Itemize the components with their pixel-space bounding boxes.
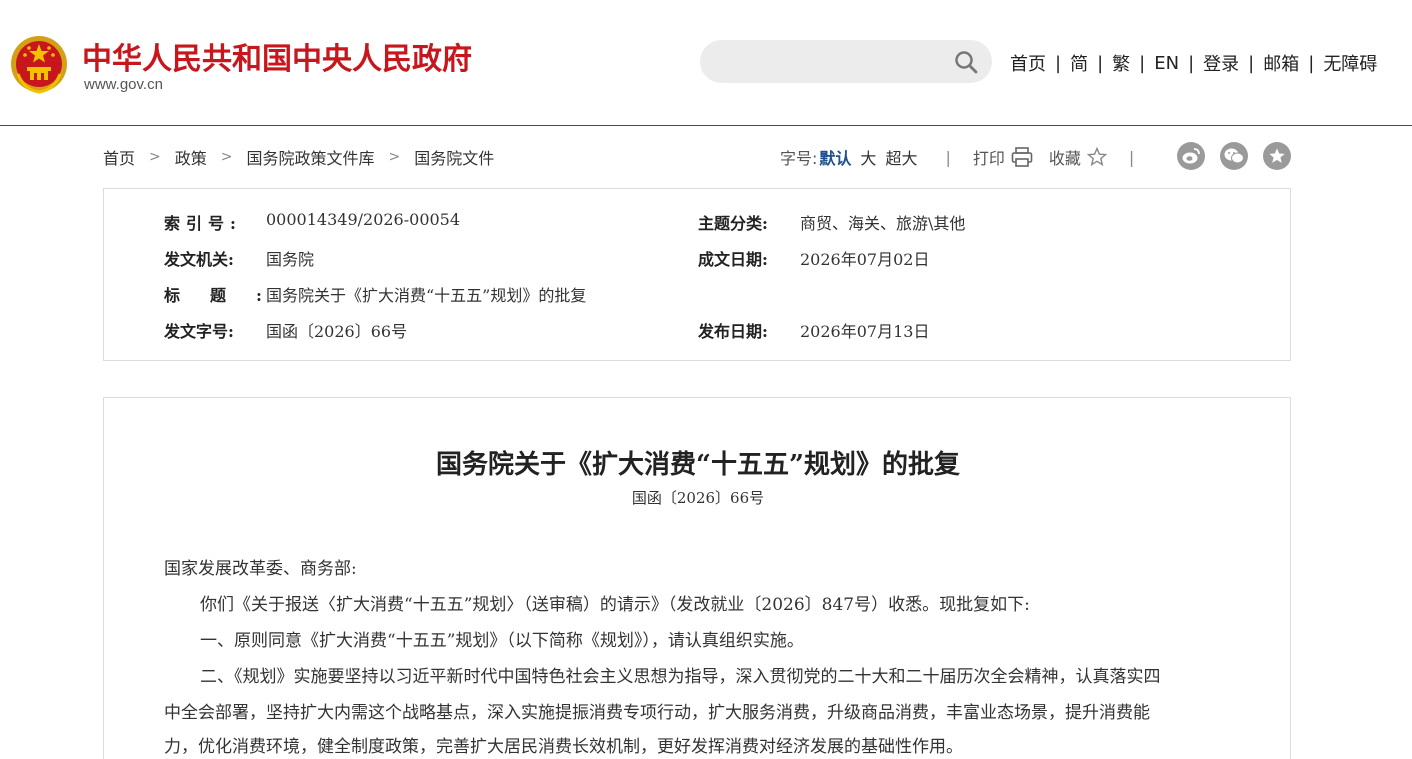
document-paragraph-2: 一、原则同意《扩大消费“十五五”规划》（以下简称《规划》），请认真组织实施。 (200, 631, 804, 651)
info-written-date-value: 2026年07月02日 (800, 250, 930, 269)
nav-accessibility[interactable]: 无障碍 (1323, 50, 1377, 76)
document-info-box: 索引号: 000014349/2026-00054 主题分类: 商贸、海关、旅游… (103, 188, 1291, 361)
tools-separator: | (945, 147, 951, 167)
font-size-default[interactable]: 默认 (819, 145, 851, 169)
favorite-button[interactable]: 收藏 (1049, 145, 1107, 169)
info-publish-date: 发布日期: 2026年07月13日 (698, 318, 929, 342)
info-issuer-label: 发文机关: (164, 250, 234, 269)
document-title: 国务院关于《扩大消费“十五五”规划》的批复 (436, 450, 960, 480)
info-written-date: 成文日期: 2026年07月02日 (698, 246, 929, 270)
info-title-label: 标题: (164, 286, 292, 305)
nav-separator: | (1139, 52, 1146, 74)
share-favorite-button[interactable] (1263, 142, 1291, 170)
info-index-value: 000014349/2026-00054 (266, 210, 461, 229)
wechat-icon (1224, 148, 1244, 164)
document-paragraph-3-line-3: 力，优化消费环境，健全制度政策，完善扩大居民消费长效机制，更好发挥消费对经济发展… (164, 737, 963, 757)
document-addressee: 国家发展改革委、商务部: (164, 559, 357, 579)
favorite-label: 收藏 (1048, 149, 1081, 168)
print-label: 打印 (972, 149, 1005, 168)
font-size-xlarge[interactable]: 超大 (885, 145, 917, 169)
chevron-right-icon: > (149, 149, 161, 165)
info-doc-no-value: 国函〔2026〕66号 (266, 322, 408, 341)
nav-english[interactable]: EN (1154, 53, 1179, 74)
national-emblem-icon[interactable] (10, 34, 68, 94)
article-tools: 字号: 默认 大 超大 | 打印 收藏 | (780, 146, 1134, 168)
info-publish-date-label: 发布日期: (698, 322, 768, 341)
chevron-right-icon: > (388, 149, 401, 165)
info-issuer-value: 国务院 (266, 250, 315, 269)
info-title-value: 国务院关于《扩大消费“十五五”规划》的批复 (266, 286, 587, 305)
star-icon (1086, 147, 1107, 167)
site-title[interactable]: 中华人民共和国中央人民政府 (82, 34, 472, 78)
info-topic-value: 商贸、海关、旅游\其他 (800, 214, 966, 233)
info-doc-no-label: 发文字号: (164, 322, 234, 341)
info-publish-date-value: 2026年07月13日 (800, 322, 930, 341)
nav-separator: | (1308, 52, 1315, 74)
info-title: 标题: 国务院关于《扩大消费“十五五”规划》的批复 (164, 282, 586, 306)
info-topic: 主题分类: 商贸、海关、旅游\其他 (698, 210, 965, 234)
share-weibo-button[interactable] (1177, 142, 1205, 170)
nav-separator: | (1097, 52, 1104, 74)
search-box (700, 40, 992, 83)
document-paragraph-3-line-1: 二、《规划》实施要坚持以习近平新时代中国特色社会主义思想为指导，深入贯彻党的二十… (200, 667, 1161, 687)
nav-simplified[interactable]: 简 (1070, 50, 1088, 76)
nav-separator: | (1055, 52, 1062, 74)
tools-separator: | (1128, 147, 1135, 167)
chevron-right-icon: > (220, 149, 233, 165)
font-size-large[interactable]: 大 (860, 145, 876, 169)
nav-traditional[interactable]: 繁 (1112, 50, 1130, 76)
weibo-icon (1182, 148, 1200, 164)
breadcrumb: 首页 > 政策 > 国务院政策文件库 > 国务院文件 (103, 146, 494, 168)
breadcrumb-policy[interactable]: 政策 (175, 145, 207, 169)
document-number: 国函〔2026〕66号 (631, 489, 765, 507)
info-index-label: 索引号: (164, 214, 242, 233)
info-topic-label: 主题分类: (698, 214, 768, 233)
search-input[interactable] (718, 46, 938, 76)
top-nav: 首页 | 简 | 繁 | EN | 登录 | 邮箱 | 无障碍 (1010, 50, 1377, 76)
font-size-label: 字号: (780, 149, 818, 168)
info-issuer: 发文机关: 国务院 (164, 246, 314, 270)
share-wechat-button[interactable] (1220, 142, 1248, 170)
info-written-date-label: 成文日期: (698, 250, 768, 269)
info-doc-no: 发文字号: 国函〔2026〕66号 (164, 318, 407, 342)
document-content: 国务院关于《扩大消费“十五五”规划》的批复 国函〔2026〕66号 国家发展改革… (103, 397, 1291, 759)
search-icon[interactable] (954, 50, 978, 74)
favorite-share-icon (1269, 148, 1285, 163)
nav-login[interactable]: 登录 (1203, 50, 1239, 76)
nav-mail[interactable]: 邮箱 (1263, 50, 1299, 76)
printer-icon (1011, 147, 1033, 167)
nav-separator: | (1188, 52, 1195, 74)
print-button[interactable]: 打印 (973, 145, 1033, 169)
site-url[interactable]: www.gov.cn (84, 76, 163, 93)
breadcrumb-home[interactable]: 首页 (103, 145, 135, 169)
document-paragraph-1: 你们《关于报送〈扩大消费“十五五”规划〉（送审稿）的请示》（发改就业〔2026〕… (200, 595, 1030, 615)
document-paragraph-3-line-2: 中全会部署，坚持扩大内需这个战略基点，深入实施提振消费专项行动，扩大服务消费，升… (164, 703, 1150, 723)
nav-separator: | (1248, 52, 1255, 74)
nav-home[interactable]: 首页 (1010, 50, 1046, 76)
info-index: 索引号: 000014349/2026-00054 (164, 210, 460, 234)
breadcrumb-state-council-docs[interactable]: 国务院文件 (414, 145, 494, 169)
site-header: 中华人民共和国中央人民政府 www.gov.cn 首页 | 简 | 繁 | EN… (0, 0, 1412, 126)
breadcrumb-policy-library[interactable]: 国务院政策文件库 (247, 145, 375, 169)
